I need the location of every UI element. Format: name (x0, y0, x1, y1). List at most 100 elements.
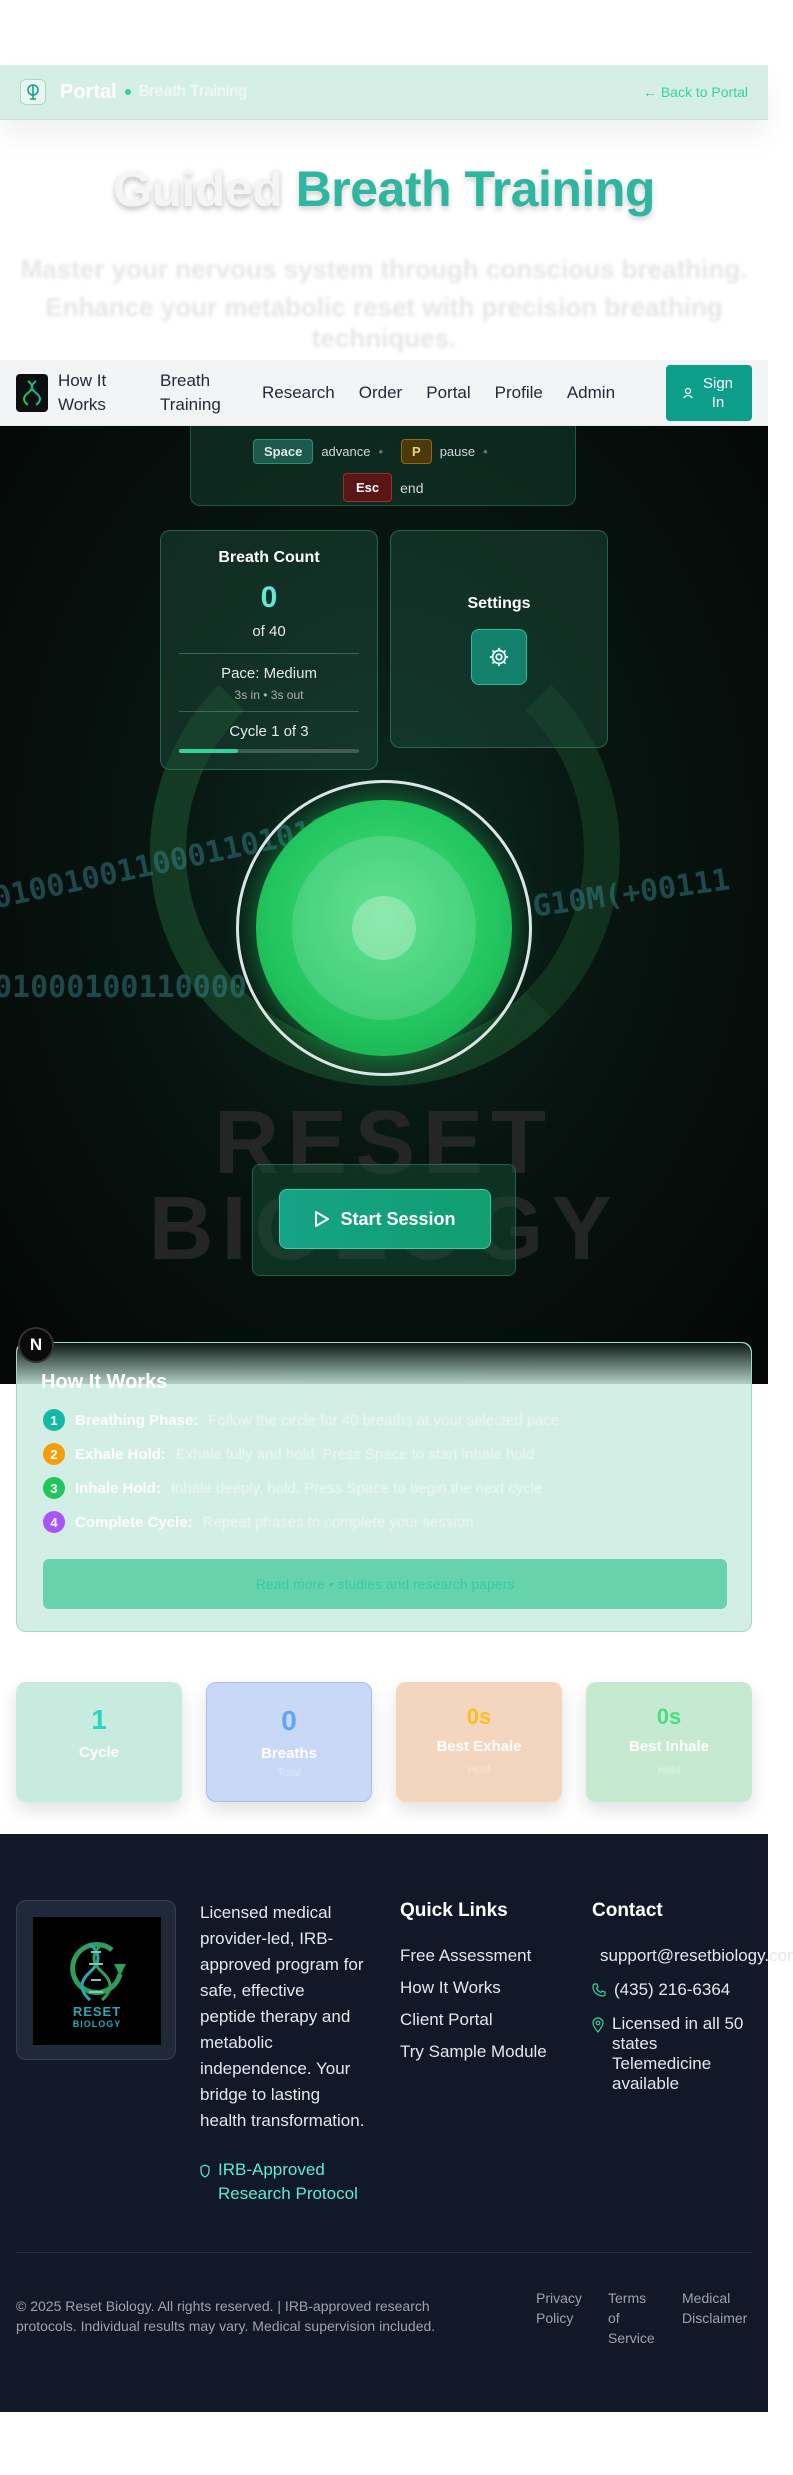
settings-title: Settings (467, 595, 531, 612)
nav-order[interactable]: Order (359, 381, 402, 405)
pace-detail: 3s in • 3s out (234, 688, 304, 702)
license-line: available (612, 2074, 680, 2093)
esc-action-label: end (400, 479, 424, 496)
about-line: peptide therapy and (200, 2007, 351, 2026)
breath-guide-core (352, 896, 416, 960)
stat-label: Breaths (261, 1745, 317, 1762)
hero-subtitle-line2: Enhance your metabolic reset with precis… (45, 292, 723, 353)
nav-admin[interactable]: Admin (567, 381, 615, 405)
how-it-works-title: How It Works (41, 1371, 168, 1393)
step-text: Inhale deeply, hold. Press Space to begi… (170, 1479, 543, 1497)
stat-note: Hold (657, 1764, 681, 1776)
stat-cycle: 1 Cycle (16, 1682, 182, 1802)
step-heading: Breathing Phase: (75, 1411, 199, 1429)
contact-license: Licensed in all 50 states Telemedicine a… (592, 2014, 743, 2094)
about-line: Licensed medical (200, 1903, 332, 1922)
license-line: Licensed in all 50 (612, 2014, 744, 2033)
step-item: 3 Inhale Hold: Inhale deeply, hold. Pres… (43, 1477, 542, 1499)
back-to-portal-link[interactable]: ← Back to Portal (643, 84, 748, 100)
quick-links-heading: Quick Links (400, 1900, 508, 1921)
step-heading: Inhale Hold: (75, 1479, 161, 1497)
irb-line1: IRB-Approved (218, 2160, 325, 2179)
footer-about: Licensed medical provider-led, IRB- appr… (200, 1900, 372, 2134)
separator-dot (124, 89, 131, 95)
footer-link-how-it-works[interactable]: How It Works (400, 1978, 501, 1998)
sign-in-button[interactable]: Sign In (666, 364, 752, 421)
email-text: support@resetbiology.com (600, 1946, 793, 1965)
breath-count-card: Breath Count 0 of 40 Pace: Medium 3s in … (160, 530, 378, 770)
nav-portal[interactable]: Portal (426, 381, 470, 405)
step-number: 2 (43, 1443, 65, 1465)
contact-email[interactable]: support@resetbiology.com (592, 1946, 793, 1966)
play-icon (315, 1211, 330, 1227)
portal-logo-icon (20, 79, 46, 105)
portal-subtitle: Breath Training (138, 83, 248, 100)
title-part-guided: Guided (113, 161, 283, 217)
step-item: 4 Complete Cycle: Repeat phases to compl… (43, 1511, 474, 1533)
nav-how-it-works[interactable]: How It Works (58, 369, 130, 417)
footer-link-free-assessment[interactable]: Free Assessment (400, 1946, 531, 1966)
irb-approved-link[interactable]: IRB-Approved Research Protocol (200, 2158, 380, 2206)
copyright-line: © 2025 Reset Biology. All rights reserve… (16, 2298, 430, 2314)
page-title: Guided Breath Training (0, 160, 768, 218)
disclaimer-line: Medical (682, 2290, 731, 2306)
step-text: Follow the circle for 40 breaths at your… (208, 1411, 560, 1429)
nav-profile[interactable]: Profile (495, 381, 543, 405)
brand-logo-icon[interactable] (16, 373, 48, 412)
terms-line: Service (608, 2330, 655, 2346)
divider (179, 711, 359, 712)
stat-breaths: 0 Breaths Total (206, 1682, 372, 1802)
step-number: 3 (43, 1477, 65, 1499)
stat-note: Hold (467, 1764, 491, 1776)
stat-value: 0 (281, 1705, 297, 1736)
settings-button[interactable] (471, 629, 527, 685)
step-text: Exhale fully and hold. Press Space to st… (175, 1445, 535, 1463)
cycle-label: Cycle 1 of 3 (229, 723, 309, 740)
terms-line: Terms (608, 2290, 647, 2306)
title-part-breath-training: Breath Training (295, 161, 656, 217)
about-line: health transformation. (200, 2111, 365, 2130)
about-line: provider-led, IRB- (200, 1929, 334, 1948)
step-item: 2 Exhale Hold: Exhale fully and hold. Pr… (43, 1443, 534, 1465)
map-pin-icon (592, 2017, 604, 2033)
sign-in-label: Sign In (702, 374, 734, 411)
step-heading: Exhale Hold: (75, 1445, 166, 1463)
research-link-button[interactable]: Read more • studies and research papers (43, 1559, 727, 1609)
n-badge[interactable]: N (18, 1327, 54, 1363)
disclaimer-line: Disclaimer (682, 2310, 748, 2326)
shield-icon (200, 2164, 210, 2178)
privacy-line: Privacy (536, 2290, 582, 2306)
irb-line2: Research Protocol (218, 2184, 358, 2203)
stat-value: 0s (656, 1704, 682, 1729)
about-line: approved program for (200, 1955, 364, 1974)
footer-link-client-portal[interactable]: Client Portal (400, 2010, 493, 2030)
step-text: Repeat phases to complete your session (202, 1513, 474, 1531)
step-item: 1 Breathing Phase: Follow the circle for… (43, 1409, 559, 1431)
nav-breath-training[interactable]: Breath Training (160, 369, 232, 417)
privacy-line: Policy (536, 2310, 574, 2326)
phone-text: (435) 216-6364 (614, 1980, 731, 1999)
contact-phone[interactable]: (435) 216-6364 (592, 1980, 730, 2000)
start-session-button[interactable]: Start Session (279, 1189, 491, 1249)
privacy-policy-link[interactable]: Privacy Policy (536, 2288, 582, 2328)
cycle-progress-bar (179, 749, 359, 753)
footer-link-sample-module[interactable]: Try Sample Module (400, 2042, 547, 2062)
start-session-label: Start Session (340, 1208, 456, 1229)
background-code-2: 01000100110000 (0, 970, 247, 1005)
pause-action-label: pause (439, 444, 476, 459)
about-line: safe, effective (200, 1981, 305, 2000)
space-key: Space (253, 439, 314, 464)
main-nav: How It Works Breath Training Research Or… (0, 360, 768, 426)
start-session-panel: Start Session (252, 1164, 516, 1276)
stat-best-inhale: 0s Best Inhale Hold (586, 1682, 752, 1802)
contact-heading: Contact (592, 1900, 663, 1921)
stat-label: Cycle (78, 1744, 120, 1761)
cycle-progress-fill (179, 749, 239, 753)
medical-disclaimer-link[interactable]: Medical Disclaimer (682, 2288, 747, 2328)
nav-research[interactable]: Research (262, 381, 335, 405)
footer-logo: RESET BIOLOGY (33, 1917, 161, 2045)
phone-icon (592, 1983, 606, 1997)
dna-icon (70, 1941, 126, 2001)
stat-note: Total (277, 1767, 301, 1779)
terms-of-service-link[interactable]: Terms of Service (608, 2288, 655, 2348)
